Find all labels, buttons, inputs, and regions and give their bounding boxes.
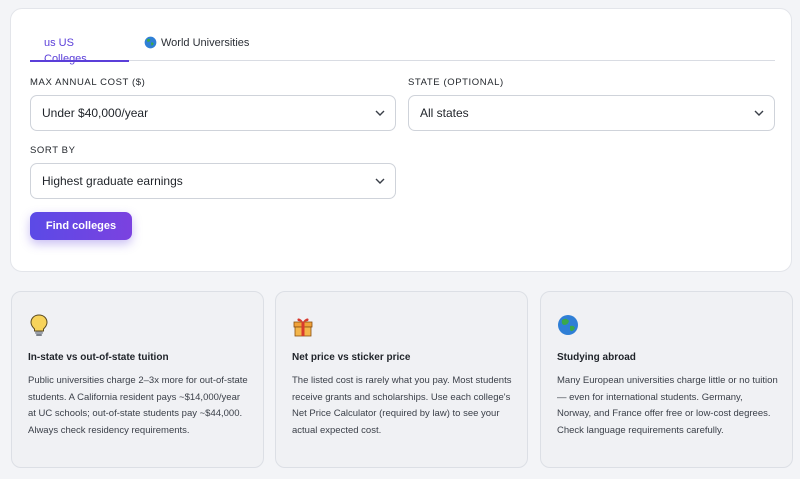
tab-us-colleges[interactable]: us US Colleges (30, 35, 129, 65)
chevron-down-icon (375, 110, 385, 116)
info-card-body: The listed cost is rarely what you pay. … (292, 375, 512, 436)
find-colleges-button[interactable]: Find colleges (30, 212, 132, 240)
gift-icon (293, 318, 313, 337)
max-cost-select[interactable]: Under $40,000/year (30, 95, 396, 131)
info-card-title: In-state vs out-of-state tuition (28, 352, 169, 363)
info-card-tuition: In-state vs out-of-state tuition Public … (11, 291, 264, 468)
lightbulb-icon (30, 314, 48, 336)
state-value: All states (420, 106, 469, 120)
state-select[interactable]: All states (408, 95, 775, 131)
sort-by-value: Highest graduate earnings (42, 174, 183, 188)
tab-world-universities[interactable]: World Universities (130, 35, 263, 61)
chevron-down-icon (754, 110, 764, 116)
chevron-down-icon (375, 178, 385, 184)
max-cost-label: MAX ANNUAL COST ($) (30, 77, 146, 88)
college-search-panel: us US Colleges World Universities MAX AN… (10, 8, 792, 272)
sort-by-select[interactable]: Highest graduate earnings (30, 163, 396, 199)
sort-by-label: SORT BY (30, 145, 76, 156)
state-label: STATE (OPTIONAL) (408, 77, 504, 88)
max-cost-value: Under $40,000/year (42, 106, 149, 120)
tab-us-colleges-label: us US Colleges (44, 37, 87, 65)
tab-world-universities-label: World Universities (161, 37, 250, 49)
info-card-body: Public universities charge 2–3x more for… (28, 375, 248, 436)
info-card-title: Net price vs sticker price (292, 352, 411, 363)
globe-icon (144, 36, 157, 49)
info-card-body: Many European universities charge little… (557, 375, 778, 436)
info-card-studying-abroad: Studying abroad Many European universiti… (540, 291, 793, 468)
tab-bar: us US Colleges World Universities (30, 35, 775, 65)
globe-icon (558, 315, 578, 335)
info-card-net-price: Net price vs sticker price The listed co… (275, 291, 528, 468)
info-card-title: Studying abroad (557, 352, 636, 363)
